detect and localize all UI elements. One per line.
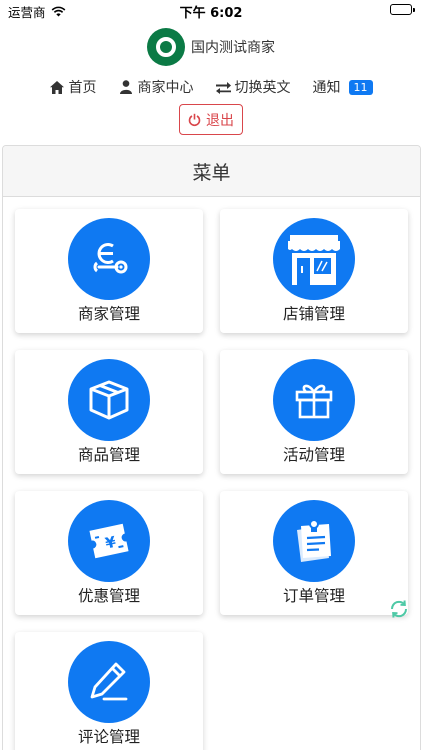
menu-card-activity[interactable]: 活动管理 <box>220 350 408 474</box>
nav-switch-language-label: 切换英文 <box>234 80 291 96</box>
notification-badge: 11 <box>348 79 373 95</box>
menu-card-label: 评论管理 <box>77 728 140 746</box>
nav-merchant-center[interactable]: 商家中心 <box>119 77 194 97</box>
menu-card-coupon[interactable]: ¥ 优惠管理 <box>15 491 203 615</box>
menu-card-label: 订单管理 <box>282 587 345 605</box>
power-icon <box>188 113 201 126</box>
store-icon <box>273 218 355 300</box>
home-icon <box>50 80 65 95</box>
menu-card-product[interactable]: 商品管理 <box>15 350 203 474</box>
brand-logo <box>147 28 185 66</box>
nav-notifications[interactable]: 通知 11 <box>313 77 373 97</box>
order-icon <box>273 500 355 582</box>
menu-card-order[interactable]: 订单管理 <box>220 491 408 615</box>
status-time: 下午 6:02 <box>179 6 243 21</box>
merchant-icon <box>68 218 150 300</box>
brand-header: 国内测试商家 <box>0 27 422 67</box>
coupon-icon: ¥ <box>68 500 150 582</box>
nav-home-label: 首页 <box>68 80 97 96</box>
menu-panel: 菜单 商家管理 店铺管理 商品管理 活动管理 ¥ 优惠管理 订单管理 评论管理 <box>2 145 421 750</box>
menu-card-label: 活动管理 <box>282 446 345 464</box>
box-icon <box>68 359 150 441</box>
status-bar: 运营商 下午 6:02 <box>0 0 422 22</box>
menu-card-review[interactable]: 评论管理 <box>15 632 203 750</box>
menu-title: 菜单 <box>3 146 420 197</box>
menu-card-label: 商品管理 <box>77 446 140 464</box>
pencil-icon <box>68 641 150 723</box>
menu-card-label: 商家管理 <box>77 305 140 323</box>
exchange-icon <box>215 80 231 95</box>
menu-card-merchant[interactable]: 商家管理 <box>15 209 203 333</box>
refresh-icon[interactable] <box>388 598 410 620</box>
nav-home[interactable]: 首页 <box>50 77 97 97</box>
menu-card-store[interactable]: 店铺管理 <box>220 209 408 333</box>
nav-merchant-center-label: 商家中心 <box>137 80 194 96</box>
top-nav: 首页 商家中心 切换英文 通知 11 <box>0 75 422 99</box>
brand-name: 国内测试商家 <box>191 40 275 56</box>
battery-icon <box>390 4 415 15</box>
gift-icon <box>273 359 355 441</box>
nav-switch-language[interactable]: 切换英文 <box>215 77 291 97</box>
menu-card-label: 优惠管理 <box>77 587 140 605</box>
logout-label: 退出 <box>206 112 234 129</box>
logout-button[interactable]: 退出 <box>179 104 243 135</box>
menu-card-label: 店铺管理 <box>282 305 345 323</box>
user-icon <box>119 80 134 95</box>
nav-notifications-label: 通知 <box>312 80 341 96</box>
